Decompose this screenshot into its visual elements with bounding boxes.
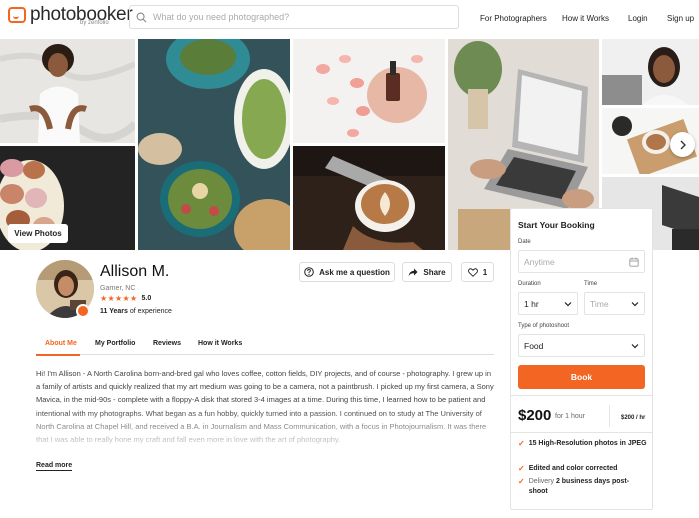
feature-prefix: Delivery [528, 478, 556, 485]
view-photos-button[interactable]: View Photos [8, 224, 68, 243]
active-tab-indicator [36, 354, 80, 356]
duration-value: 1 hr [524, 298, 539, 309]
price-amount: $200 [518, 407, 552, 424]
experience-years: 11 Years [100, 308, 128, 315]
book-button[interactable]: Book [518, 365, 645, 389]
camera-logo-icon [8, 7, 26, 23]
read-more-link[interactable]: Read more [36, 462, 73, 471]
photoshoot-type-label: Type of photoshoot [518, 323, 570, 329]
gallery-next-button[interactable] [670, 132, 695, 157]
photographer-location: Garner, NC [100, 285, 136, 292]
price-rate: $200 / hr [621, 415, 646, 421]
experience-text: 11 Years of experience [100, 308, 172, 315]
feature-item: ✓ Delivery 2 business days post-shoot [518, 477, 648, 497]
calendar-icon [629, 257, 639, 267]
tab-reviews[interactable]: Reviews [153, 340, 181, 347]
nav-how-it-works[interactable]: How it Works [562, 14, 609, 23]
share-arrow-icon [408, 268, 418, 276]
rating-value: 5.0 [141, 295, 152, 302]
photobooker-logo[interactable]: photobooker [8, 5, 133, 24]
price-separator [609, 405, 610, 427]
chevron-down-icon [631, 343, 639, 348]
feature-text: Edited and color corrected [528, 465, 618, 472]
chevron-down-icon [631, 301, 639, 306]
tab-about-me[interactable]: About Me [45, 340, 77, 347]
time-label: Time [584, 281, 598, 287]
star-icon: ★ [130, 294, 138, 303]
chevron-right-icon [680, 140, 686, 149]
booking-title: Start Your Booking [518, 220, 595, 230]
rating-stars: ★ ★ ★ ★ ★ 5.0 [100, 294, 152, 303]
check-icon: ✓ [518, 439, 525, 448]
time-value: Time [590, 298, 609, 309]
question-circle-icon [304, 267, 314, 277]
photoshoot-type-select[interactable]: Food [518, 334, 645, 357]
duration-select[interactable]: 1 hr [518, 292, 578, 315]
star-icon: ★ [115, 294, 123, 303]
star-icon: ★ [107, 294, 115, 303]
verified-badge-icon [76, 304, 90, 318]
search-bar[interactable] [129, 5, 459, 29]
check-icon: ✓ [518, 477, 525, 486]
check-icon: ✓ [518, 464, 525, 473]
profile-tabs: About Me My Portfolio Reviews How it Wor… [36, 338, 494, 355]
experience-suffix: of experience [127, 308, 172, 315]
gallery-photo-latte[interactable] [293, 146, 445, 250]
chevron-down-icon [564, 301, 572, 306]
gallery-photo-woman-smiling[interactable] [602, 39, 699, 105]
feature-text: 15 High-Resolution photos in JPEG [528, 440, 647, 447]
price-unit: for 1 hour [555, 413, 585, 420]
tab-how-it-works[interactable]: How it Works [198, 340, 242, 347]
card-divider [511, 432, 652, 433]
like-count: 1 [482, 267, 488, 277]
share-label: Share [423, 267, 446, 277]
tab-my-portfolio[interactable]: My Portfolio [95, 340, 135, 347]
feature-item: ✓ Edited and color corrected [518, 464, 648, 474]
gallery-photo-salad[interactable] [138, 39, 290, 250]
nav-sign-up[interactable]: Sign up [667, 14, 694, 23]
logo-subtitle: by zenfolio [80, 20, 109, 26]
search-icon [136, 12, 147, 22]
date-field[interactable]: Anytime [518, 250, 645, 273]
top-header: photobooker by zenfolio For Photographer… [0, 0, 699, 38]
nav-for-photographers[interactable]: For Photographers [480, 14, 547, 23]
star-icon: ★ [122, 294, 130, 303]
date-label: Date [518, 239, 531, 245]
photographer-name: Allison M. [100, 263, 170, 280]
nav-login[interactable]: Login [628, 14, 648, 23]
feature-item: ✓ 15 High-Resolution photos in JPEG [518, 439, 648, 449]
booking-card: Start Your Booking Date Anytime Duration… [510, 208, 653, 510]
duration-label: Duration [518, 281, 541, 287]
time-select[interactable]: Time [584, 292, 645, 315]
heart-icon [467, 267, 478, 277]
gallery-photo-portrait[interactable] [0, 39, 135, 143]
date-placeholder: Anytime [524, 256, 555, 267]
star-icon: ★ [100, 294, 108, 303]
like-button[interactable]: 1 [461, 262, 494, 282]
photoshoot-type-value: Food [524, 340, 544, 351]
search-input[interactable] [153, 12, 443, 22]
share-button[interactable]: Share [402, 262, 452, 282]
card-divider [511, 395, 652, 396]
bio-fade-overlay [36, 410, 496, 455]
ask-question-label: Ask me a question [319, 267, 390, 277]
gallery-photo-cosmetics[interactable] [293, 39, 445, 143]
ask-question-button[interactable]: Ask me a question [299, 262, 395, 282]
